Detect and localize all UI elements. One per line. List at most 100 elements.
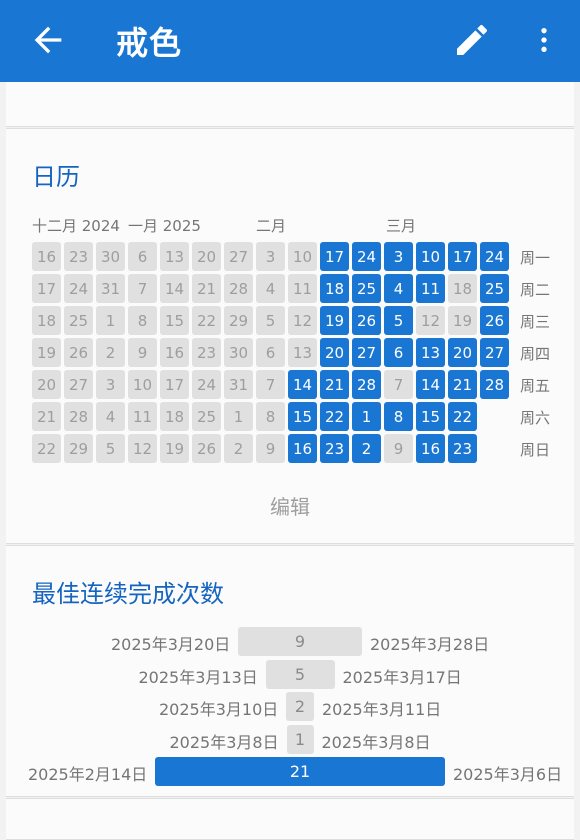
arrow-left-icon[interactable] bbox=[28, 20, 68, 60]
calendar-day[interactable]: 14 bbox=[288, 370, 317, 399]
calendar-day[interactable]: 28 bbox=[64, 402, 93, 431]
calendar-day[interactable]: 16 bbox=[288, 434, 317, 463]
calendar-day[interactable]: 19 bbox=[448, 306, 477, 335]
calendar-day[interactable]: 11 bbox=[128, 402, 157, 431]
calendar-day[interactable]: 10 bbox=[128, 370, 157, 399]
calendar-day[interactable]: 5 bbox=[256, 306, 285, 335]
calendar-day[interactable]: 17 bbox=[448, 242, 477, 271]
calendar-day[interactable]: 20 bbox=[448, 338, 477, 367]
calendar-day[interactable]: 31 bbox=[224, 370, 253, 399]
calendar-day[interactable]: 24 bbox=[192, 370, 221, 399]
calendar-day[interactable]: 29 bbox=[224, 306, 253, 335]
calendar-day[interactable]: 30 bbox=[96, 242, 125, 271]
calendar-day[interactable]: 2 bbox=[352, 434, 381, 463]
calendar-day[interactable]: 3 bbox=[256, 242, 285, 271]
calendar-day[interactable]: 2 bbox=[224, 434, 253, 463]
calendar-day[interactable]: 16 bbox=[416, 434, 445, 463]
calendar-day[interactable]: 13 bbox=[288, 338, 317, 367]
calendar-day[interactable]: 22 bbox=[192, 306, 221, 335]
calendar-day[interactable]: 23 bbox=[448, 434, 477, 463]
calendar-day[interactable]: 1 bbox=[96, 306, 125, 335]
calendar-day[interactable]: 25 bbox=[352, 274, 381, 303]
calendar-day[interactable]: 20 bbox=[32, 370, 61, 399]
calendar-day[interactable]: 13 bbox=[160, 242, 189, 271]
calendar-day[interactable]: 4 bbox=[96, 402, 125, 431]
calendar-day[interactable]: 19 bbox=[32, 338, 61, 367]
calendar-day[interactable]: 21 bbox=[192, 274, 221, 303]
calendar-day[interactable]: 20 bbox=[192, 242, 221, 271]
calendar-day[interactable]: 27 bbox=[352, 338, 381, 367]
calendar-day[interactable]: 31 bbox=[96, 274, 125, 303]
calendar-day[interactable]: 3 bbox=[96, 370, 125, 399]
calendar-day[interactable]: 24 bbox=[480, 242, 509, 271]
calendar-day[interactable]: 7 bbox=[128, 274, 157, 303]
calendar-day[interactable]: 26 bbox=[352, 306, 381, 335]
calendar-day[interactable]: 18 bbox=[448, 274, 477, 303]
calendar-day[interactable]: 21 bbox=[320, 370, 349, 399]
calendar-day[interactable]: 17 bbox=[320, 242, 349, 271]
calendar-day[interactable]: 11 bbox=[288, 274, 317, 303]
calendar-day[interactable]: 3 bbox=[384, 242, 413, 271]
calendar-day[interactable]: 27 bbox=[64, 370, 93, 399]
calendar-day[interactable]: 14 bbox=[160, 274, 189, 303]
calendar-day[interactable]: 29 bbox=[64, 434, 93, 463]
calendar-day[interactable]: 23 bbox=[192, 338, 221, 367]
calendar-day[interactable]: 25 bbox=[64, 306, 93, 335]
calendar-day[interactable]: 18 bbox=[160, 402, 189, 431]
calendar-day[interactable]: 26 bbox=[480, 306, 509, 335]
calendar-day[interactable]: 24 bbox=[64, 274, 93, 303]
calendar-day[interactable]: 8 bbox=[384, 402, 413, 431]
calendar-day[interactable]: 8 bbox=[256, 402, 285, 431]
calendar-day[interactable]: 16 bbox=[32, 242, 61, 271]
calendar-day[interactable]: 16 bbox=[160, 338, 189, 367]
calendar-day[interactable]: 10 bbox=[288, 242, 317, 271]
calendar-day[interactable]: 12 bbox=[128, 434, 157, 463]
calendar-day[interactable]: 17 bbox=[32, 274, 61, 303]
calendar-day[interactable]: 27 bbox=[224, 242, 253, 271]
calendar-day[interactable]: 5 bbox=[384, 306, 413, 335]
calendar-day[interactable]: 18 bbox=[32, 306, 61, 335]
calendar-day[interactable]: 12 bbox=[416, 306, 445, 335]
calendar-day[interactable]: 28 bbox=[224, 274, 253, 303]
calendar-day[interactable]: 19 bbox=[320, 306, 349, 335]
calendar-day[interactable]: 15 bbox=[288, 402, 317, 431]
edit-calendar-button[interactable]: 编辑 bbox=[6, 491, 574, 520]
calendar-day[interactable]: 14 bbox=[416, 370, 445, 399]
calendar-day[interactable]: 2 bbox=[96, 338, 125, 367]
calendar-day[interactable]: 15 bbox=[160, 306, 189, 335]
more-vert-icon[interactable] bbox=[528, 20, 560, 60]
calendar-day[interactable]: 5 bbox=[96, 434, 125, 463]
calendar-day[interactable]: 12 bbox=[288, 306, 317, 335]
calendar-day[interactable]: 17 bbox=[160, 370, 189, 399]
calendar-day[interactable]: 22 bbox=[320, 402, 349, 431]
calendar-day[interactable]: 27 bbox=[480, 338, 509, 367]
calendar-day[interactable]: 28 bbox=[352, 370, 381, 399]
calendar-day[interactable]: 23 bbox=[320, 434, 349, 463]
calendar-day[interactable]: 9 bbox=[256, 434, 285, 463]
calendar-day[interactable]: 21 bbox=[32, 402, 61, 431]
calendar-day[interactable]: 4 bbox=[384, 274, 413, 303]
calendar-day[interactable]: 13 bbox=[416, 338, 445, 367]
calendar-day[interactable]: 15 bbox=[416, 402, 445, 431]
calendar-day[interactable]: 1 bbox=[224, 402, 253, 431]
calendar-day[interactable]: 8 bbox=[128, 306, 157, 335]
calendar-day[interactable]: 28 bbox=[480, 370, 509, 399]
calendar-day[interactable]: 26 bbox=[192, 434, 221, 463]
calendar-day[interactable]: 6 bbox=[384, 338, 413, 367]
calendar-day[interactable]: 25 bbox=[480, 274, 509, 303]
calendar-day[interactable]: 23 bbox=[64, 242, 93, 271]
calendar-day[interactable]: 25 bbox=[192, 402, 221, 431]
calendar-day[interactable]: 10 bbox=[416, 242, 445, 271]
calendar-day[interactable]: 19 bbox=[160, 434, 189, 463]
calendar-day[interactable]: 24 bbox=[352, 242, 381, 271]
calendar-day[interactable]: 26 bbox=[64, 338, 93, 367]
calendar-day[interactable]: 7 bbox=[256, 370, 285, 399]
calendar-day[interactable]: 6 bbox=[128, 242, 157, 271]
calendar-day[interactable]: 7 bbox=[384, 370, 413, 399]
calendar-day[interactable]: 9 bbox=[384, 434, 413, 463]
calendar-day[interactable]: 11 bbox=[416, 274, 445, 303]
calendar-day[interactable]: 30 bbox=[224, 338, 253, 367]
calendar-day[interactable]: 22 bbox=[32, 434, 61, 463]
calendar-day[interactable]: 6 bbox=[256, 338, 285, 367]
calendar-day[interactable]: 22 bbox=[448, 402, 477, 431]
